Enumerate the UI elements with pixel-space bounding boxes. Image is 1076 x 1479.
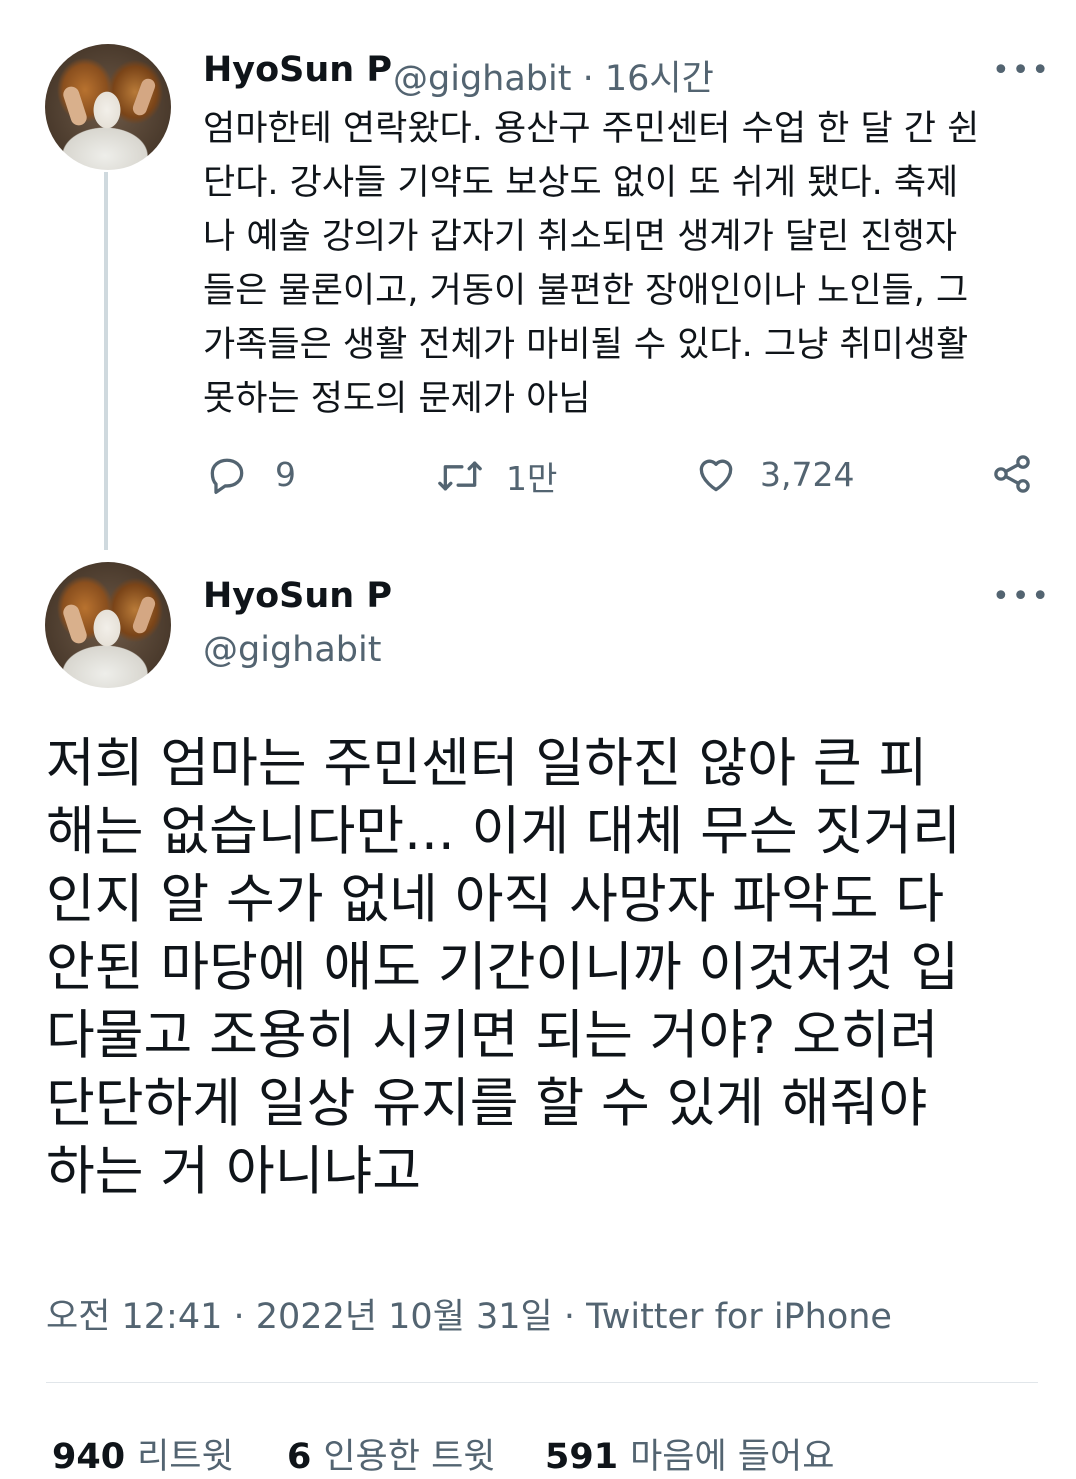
likes-label: 마음에 들어요 — [630, 1437, 835, 1477]
divider — [46, 1382, 1038, 1383]
tweet1-separator: · — [582, 59, 594, 99]
share-icon — [994, 455, 1030, 493]
retweet-icon — [438, 461, 482, 491]
thread-connector-line — [104, 172, 108, 550]
ellipsis-icon[interactable]: ••• — [992, 582, 1051, 612]
retweets-stat[interactable]: 940 리트윗 — [52, 1428, 234, 1479]
likes-count: 591 — [545, 1437, 619, 1477]
tweet1-text-line: 들은 물론이고, 거동이 불편한 장애인이나 노인들, 그 — [203, 271, 969, 311]
tweet1-time[interactable]: 16시간 — [605, 59, 714, 99]
heart-icon — [699, 459, 733, 492]
tweet1-text-line: 못하는 정도의 문제가 아님 — [203, 379, 591, 419]
tweet2-text: 저희 엄마는 주민센터 일하진 않아 큰 피 해는 없습니다만... 이게 대체… — [46, 730, 1046, 1206]
tweet2-handle[interactable]: @gighabit — [203, 630, 381, 670]
tweet2-text-line: 저희 엄마는 주민센터 일하진 않아 큰 피 — [46, 733, 928, 794]
tweet2-text-line: 하는 거 아니냐고 — [46, 1141, 422, 1202]
retweet-button[interactable]: 1만 — [436, 452, 557, 500]
tweet2-text-line: 해는 없습니다만... 이게 대체 무슨 짓거리 — [46, 801, 961, 862]
quotes-count: 6 — [287, 1437, 312, 1477]
retweet-count: 1만 — [506, 459, 558, 498]
quotes-stat[interactable]: 6 인용한 트윗 — [287, 1428, 496, 1479]
ellipsis-icon[interactable]: ••• — [992, 56, 1051, 86]
like-button[interactable]: 3,724 — [694, 452, 854, 496]
share-button[interactable] — [990, 452, 1034, 496]
reply-icon — [210, 458, 244, 494]
tweet1-text-line: 단다. 강사들 기약도 보상도 없이 또 쉬게 됐다. 축제 — [203, 163, 959, 203]
tweet2-text-line: 인지 알 수가 없네 아직 사망자 파악도 다 — [46, 869, 945, 930]
retweets-label: 리트윗 — [137, 1437, 234, 1477]
tweet2-text-line: 단단하게 일상 유지를 할 수 있게 해줘야 — [46, 1073, 928, 1134]
tweet2-timestamp[interactable]: 오전 12:41 · 2022년 10월 31일 · Twitter for i… — [46, 1288, 892, 1339]
tweet1-text-line: 나 예술 강의가 갑자기 취소되면 생계가 달린 진행자 — [203, 217, 958, 257]
tweet1-text: 엄마한테 연락왔다. 용산구 주민센터 수업 한 달 간 쉰 단다. 강사들 기… — [203, 102, 1043, 426]
reply-count: 9 — [275, 454, 296, 494]
quotes-label: 인용한 트윗 — [323, 1437, 496, 1477]
tweet2-avatar[interactable] — [45, 562, 171, 688]
retweets-count: 940 — [52, 1437, 126, 1477]
tweet1-handle-text[interactable]: @gighabit — [393, 59, 571, 99]
tweet1-text-line: 가족들은 생활 전체가 마비될 수 있다. 그냥 취미생활 — [203, 325, 969, 365]
tweet2-text-line: 안된 마당에 애도 기간이니까 이것저것 입 — [46, 937, 960, 998]
reply-button[interactable]: 9 — [205, 452, 296, 496]
tweet1-handle: @gighabit · 16시간 — [393, 50, 714, 101]
like-count: 3,724 — [760, 454, 855, 494]
tweet1-display-name[interactable]: HyoSun P — [203, 50, 392, 90]
tweet2-display-name[interactable]: HyoSun P — [203, 576, 392, 616]
tweet1-avatar[interactable] — [45, 44, 171, 170]
likes-stat[interactable]: 591 마음에 들어요 — [545, 1428, 834, 1479]
tweet2-text-line: 다물고 조용히 시키면 되는 거야? 오히려 — [46, 1005, 939, 1066]
tweet1-text-line: 엄마한테 연락왔다. 용산구 주민센터 수업 한 달 간 쉰 — [203, 109, 980, 149]
